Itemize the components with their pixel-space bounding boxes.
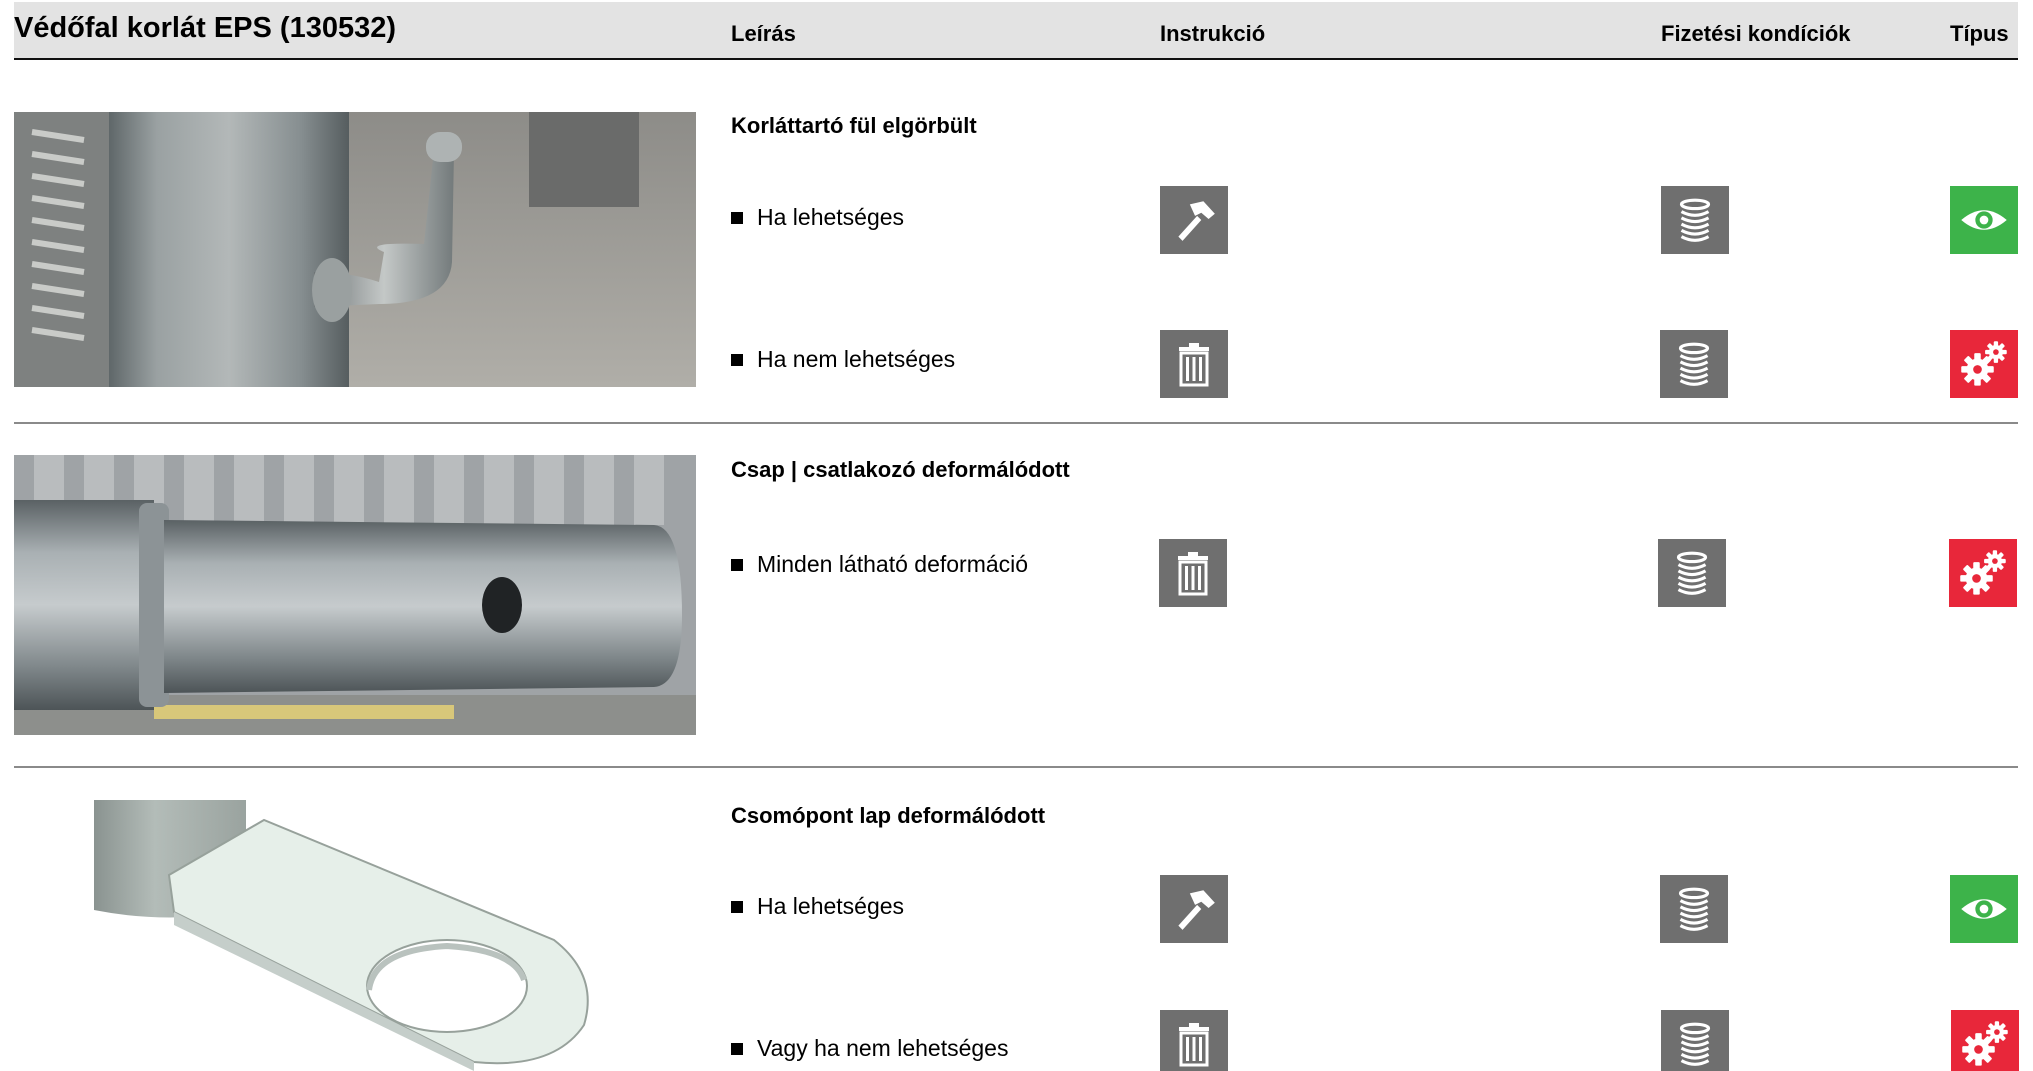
- list-item: Ha lehetséges: [731, 204, 904, 231]
- gears-icon: [1949, 539, 2017, 607]
- eye-icon: [1950, 875, 2018, 943]
- list-item-label: Ha nem lehetséges: [757, 346, 956, 372]
- list-item: Vagy ha nem lehetséges: [731, 1035, 1008, 1062]
- column-header-type: Típus: [1950, 21, 2009, 46]
- bullet-icon: [731, 900, 743, 913]
- section-photo-node-plate: [14, 800, 696, 1071]
- column-header-payment: Fizetési kondíciók: [1661, 21, 1851, 46]
- section-divider: [14, 422, 2018, 424]
- section-title: Csap | csatlakozó deformálódott: [731, 457, 1070, 482]
- list-item-label: Minden látható deformáció: [757, 551, 1029, 577]
- coin-stack-icon: [1660, 330, 1728, 398]
- section-photo-pin: [14, 455, 696, 735]
- list-item: Ha nem lehetséges: [731, 346, 955, 373]
- list-item-label: Vagy ha nem lehetséges: [757, 1035, 1009, 1061]
- page-title: Védőfal korlát EPS (130532): [14, 12, 396, 44]
- trash-icon: [1160, 330, 1228, 398]
- section-title: Korláttartó fül elgörbült: [731, 113, 977, 138]
- coin-stack-icon: [1661, 186, 1729, 254]
- table-header: Védőfal korlát EPS (130532) Leírás Instr…: [14, 2, 2018, 60]
- column-header-description: Leírás: [731, 21, 796, 46]
- list-item-label: Ha lehetséges: [757, 893, 905, 919]
- column-header-instruction: Instrukció: [1160, 21, 1266, 46]
- list-item-label: Ha lehetséges: [757, 204, 905, 230]
- bullet-icon: [731, 211, 743, 224]
- section-title: Csomópont lap deformálódott: [731, 803, 1046, 828]
- hammer-icon: [1160, 186, 1228, 254]
- gears-icon: [1951, 1010, 2019, 1071]
- hammer-icon: [1160, 875, 1228, 943]
- coin-stack-icon: [1660, 875, 1728, 943]
- list-item: Ha lehetséges: [731, 893, 904, 920]
- trash-icon: [1159, 539, 1227, 607]
- coin-stack-icon: [1658, 539, 1726, 607]
- gears-icon: [1950, 330, 2018, 398]
- bullet-icon: [731, 558, 743, 571]
- coin-stack-icon: [1661, 1010, 1729, 1071]
- trash-icon: [1160, 1010, 1228, 1071]
- section-photo-hook: [14, 112, 696, 387]
- bullet-icon: [731, 1042, 743, 1055]
- eye-icon: [1950, 186, 2018, 254]
- section-divider: [14, 766, 2018, 768]
- bullet-icon: [731, 353, 743, 366]
- list-item: Minden látható deformáció: [731, 551, 1028, 578]
